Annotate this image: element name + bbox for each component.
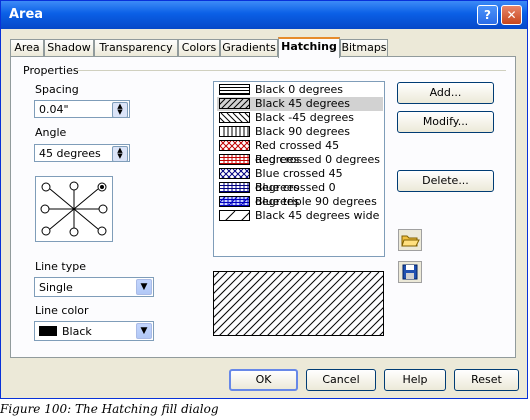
line-type-label: Line type	[35, 260, 86, 273]
line-color-value: Black	[62, 325, 92, 338]
list-item[interactable]: Blue triple 90 degrees	[217, 195, 383, 209]
spacing-label: Spacing	[35, 83, 79, 96]
list-item-label: Red crossed 0 degrees	[255, 153, 380, 166]
hatch-swatch-icon	[219, 84, 250, 95]
list-item[interactable]: Black 45 degrees	[217, 97, 383, 111]
spin-arrows-icon[interactable]: ▲ ▼	[112, 102, 128, 118]
tab-hatching[interactable]: Hatching	[278, 37, 340, 58]
list-item[interactable]: Black 90 degrees	[217, 125, 383, 139]
list-item[interactable]: Red crossed 45 degrees	[217, 139, 383, 166]
properties-group-label: Properties	[23, 64, 79, 77]
modify-button[interactable]: Modify...	[397, 111, 494, 133]
list-item-label: Black 45 degrees	[255, 97, 351, 110]
hatch-swatch-icon	[219, 140, 250, 151]
hatch-swatch-icon	[219, 98, 250, 109]
hatch-swatch-icon	[219, 196, 250, 207]
tab-area[interactable]: Area	[10, 39, 44, 56]
title-bar: Area ? ✕	[1, 1, 527, 29]
load-hatches-button[interactable]	[398, 229, 422, 251]
list-item-label: Black 0 degrees	[255, 83, 344, 96]
help-icon[interactable]: ?	[477, 5, 498, 25]
tab-bitmaps[interactable]: Bitmaps	[340, 39, 388, 56]
window-title: Area	[9, 7, 44, 22]
hatch-swatch-icon	[219, 112, 250, 123]
tab-transparency[interactable]: Transparency	[94, 39, 178, 56]
hatch-swatch-icon	[219, 210, 250, 221]
list-item-label: Black -45 degrees	[255, 111, 354, 124]
spin-arrows-icon[interactable]: ▲ ▼	[112, 146, 128, 162]
spacing-stepper[interactable]: 0.04" ▲ ▼	[34, 100, 130, 118]
close-icon[interactable]: ✕	[501, 5, 522, 25]
line-color-select[interactable]: Black ▼	[34, 321, 154, 341]
hatch-swatch-icon	[219, 182, 250, 193]
angle-label: Angle	[35, 126, 67, 139]
spacing-value: 0.04"	[39, 103, 69, 116]
list-item[interactable]: Blue crossed 45 degrees	[217, 167, 383, 194]
angle-value: 45 degrees	[39, 147, 101, 160]
cancel-button[interactable]: Cancel	[306, 369, 376, 391]
list-item-label: Blue triple 90 degrees	[255, 195, 377, 208]
line-type-value: Single	[39, 281, 73, 294]
hatch-swatch-icon	[219, 154, 250, 165]
hatch-preview	[213, 271, 384, 336]
tab-colors[interactable]: Colors	[178, 39, 220, 56]
chevron-down-icon[interactable]: ▼	[136, 323, 152, 339]
list-item[interactable]: Black -45 degrees	[217, 111, 383, 125]
reset-button[interactable]: Reset	[454, 369, 519, 391]
hatch-swatch-icon	[219, 168, 250, 179]
tab-shadow[interactable]: Shadow	[44, 39, 94, 56]
floppy-disk-icon	[402, 264, 418, 280]
color-swatch	[39, 326, 57, 336]
add-button[interactable]: Add...	[397, 82, 494, 104]
list-item[interactable]: Red crossed 0 degrees	[217, 153, 383, 167]
angle-selector[interactable]	[35, 176, 113, 242]
hatch-list[interactable]: Black 0 degrees Black 45 degrees Black -…	[213, 81, 385, 257]
list-item[interactable]: Black 0 degrees	[217, 83, 383, 97]
hatch-swatch-icon	[219, 126, 250, 137]
list-item[interactable]: Black 45 degrees wide	[217, 209, 383, 223]
list-item-label: Black 90 degrees	[255, 125, 351, 138]
figure-caption: Figure 100: The Hatching fill dialog	[0, 402, 219, 416]
angle-stepper[interactable]: 45 degrees ▲ ▼	[34, 144, 130, 162]
help-button[interactable]: Help	[384, 369, 446, 391]
line-type-select[interactable]: Single ▼	[34, 277, 154, 297]
line-color-label: Line color	[35, 304, 89, 317]
save-hatches-button[interactable]	[398, 261, 422, 283]
chevron-down-icon[interactable]: ▼	[136, 279, 152, 295]
ok-button[interactable]: OK	[229, 369, 298, 391]
delete-button[interactable]: Delete...	[397, 170, 494, 192]
group-divider	[76, 70, 506, 71]
list-item-label: Black 45 degrees wide	[255, 209, 380, 222]
tab-gradients[interactable]: Gradients	[220, 39, 278, 56]
angle-compass-icon[interactable]	[36, 177, 112, 241]
list-item[interactable]: Blue crossed 0 degrees	[217, 181, 383, 208]
open-folder-icon	[401, 235, 420, 247]
